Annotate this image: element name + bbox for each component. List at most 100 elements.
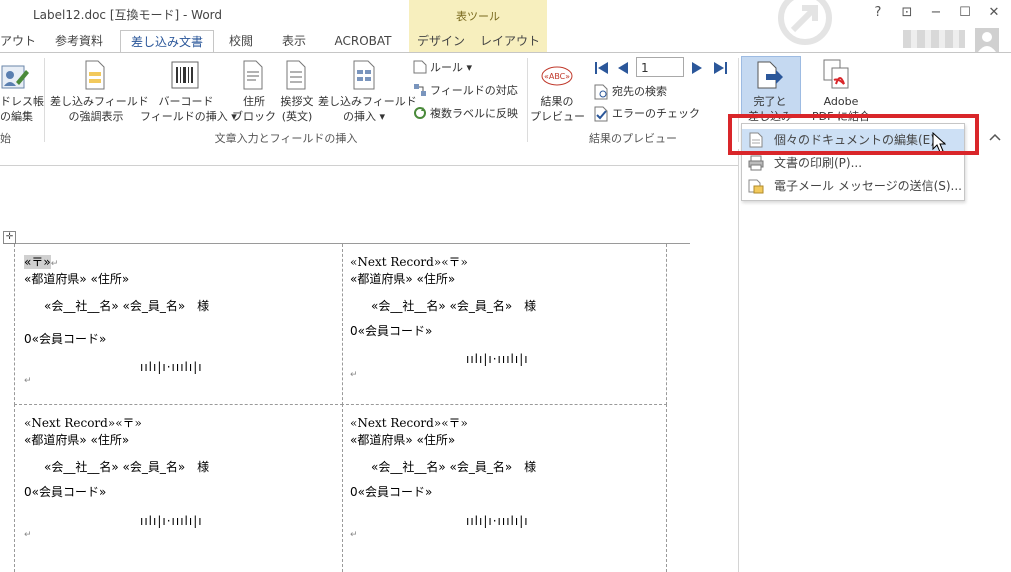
member-code-field: 0«会員コード» xyxy=(24,485,107,499)
label-cell[interactable] xyxy=(14,244,343,405)
preview-line1: 結果の xyxy=(540,95,574,108)
adobe-pdf-merge-icon xyxy=(823,59,849,89)
paragraph-mark: ↵ xyxy=(350,370,358,380)
tab-table-design[interactable]: デザイン xyxy=(409,30,473,52)
highlight-fields-icon xyxy=(85,60,105,90)
previous-record-icon[interactable] xyxy=(616,61,630,75)
match-fields-icon xyxy=(414,84,426,96)
finish-merge-icon xyxy=(757,61,783,89)
record-number-input[interactable]: 1 xyxy=(636,57,684,77)
svg-text:«ABC»: «ABC» xyxy=(544,72,570,81)
barcode-line1: バーコード xyxy=(158,95,214,108)
page-top-edge xyxy=(0,165,738,166)
address-field: «都道府県» «住所» xyxy=(350,433,456,447)
insert-barcode-field-button[interactable]: バーコード フィールドの挿入 ▾ xyxy=(140,94,237,124)
group-label-write-insert: 文章入力とフィールドの挿入 xyxy=(214,132,358,145)
address-field: «都道府県» «住所» xyxy=(24,272,130,286)
greeting-line2: (英文) xyxy=(281,110,313,123)
separator xyxy=(44,58,45,142)
barcode-field: ıılı|ı·ııılı|ı xyxy=(140,514,203,528)
greeting-line-icon xyxy=(286,60,306,90)
insert-field-line1: 差し込みフィールド xyxy=(318,95,417,108)
highlight-merge-fields-button[interactable]: 差し込みフィールド の強調表示 xyxy=(50,94,149,124)
check-errors-icon xyxy=(594,106,608,122)
collapse-ribbon-icon[interactable] xyxy=(989,132,1001,142)
paragraph-mark: ↵ xyxy=(24,530,32,540)
edit-recipient-list-button[interactable]: ドレス帳 の編集 xyxy=(0,94,44,124)
tab-view[interactable]: 表示 xyxy=(272,30,316,52)
greeting-line-button[interactable]: 挨拶文 (英文) xyxy=(276,94,318,124)
update-labels-button[interactable]: 複数ラベルに反映 xyxy=(430,106,518,122)
table-tools-label: 表ツール xyxy=(456,10,500,23)
barcode-field: ıılı|ı·ııılı|ı xyxy=(140,360,203,374)
zip-field: «〒»↵ xyxy=(24,255,59,269)
preview-results-button[interactable]: 結果の プレビュー xyxy=(530,94,585,124)
tab-review[interactable]: 校閲 xyxy=(222,30,260,52)
finish-line1: 完了と xyxy=(753,95,787,108)
window-title: Label12.doc [互換モード] - Word xyxy=(33,8,222,22)
insert-field-line2: の挿入 ▾ xyxy=(342,110,386,123)
member-code-field: 0«会員コード» xyxy=(350,324,433,338)
paragraph-mark: ↵ xyxy=(350,530,358,540)
next-record-icon[interactable] xyxy=(690,61,704,75)
find-recipient-icon xyxy=(594,84,608,100)
preview-line2: プレビュー xyxy=(530,110,585,123)
insert-merge-field-button[interactable]: 差し込みフィールド の挿入 ▾ xyxy=(318,94,417,124)
greeting-line1: 挨拶文 xyxy=(280,95,314,108)
menu-item-print-documents[interactable]: 文書の印刷(P)... xyxy=(774,155,862,171)
account-name[interactable] xyxy=(903,30,965,48)
barcode-field: ıılı|ı·ııılı|ı xyxy=(466,514,529,528)
names-field: «会__社__名» «会_員_名» 様 xyxy=(44,299,210,313)
address-block-line1: 住所 xyxy=(243,95,265,108)
first-record-icon[interactable] xyxy=(594,61,610,75)
find-recipient-button[interactable]: 宛先の検索 xyxy=(612,84,667,100)
update-labels-icon xyxy=(414,107,426,119)
paragraph-mark: ↵ xyxy=(24,376,32,386)
background-decoration-icon xyxy=(778,0,832,45)
minimize-button[interactable]: − xyxy=(926,4,946,22)
barcode-icon xyxy=(171,61,199,89)
tab-mailings[interactable]: 差し込み文書 xyxy=(120,30,214,54)
next-record-zip-field: «Next Record»«〒» xyxy=(350,255,468,269)
tab-layout[interactable]: アウト xyxy=(0,30,36,52)
highlight-annotation-box xyxy=(728,114,979,155)
insert-merge-field-icon xyxy=(353,60,375,90)
address-book-line2: の編集 xyxy=(0,110,33,123)
member-code-field: 0«会員コード» xyxy=(24,332,107,346)
avatar[interactable] xyxy=(975,28,999,52)
tab-references[interactable]: 参考資料 xyxy=(48,30,110,52)
next-record-zip-field: «Next Record»«〒» xyxy=(24,416,142,430)
address-block-icon xyxy=(243,60,263,90)
rules-button[interactable]: ルール ▾ xyxy=(430,60,472,76)
address-book-icon xyxy=(1,65,29,89)
help-button[interactable]: ? xyxy=(868,4,888,22)
menu-item-send-email[interactable]: 電子メール メッセージの送信(S)... xyxy=(774,178,962,194)
names-field: «会__社__名» «会_員_名» 様 xyxy=(371,299,537,313)
address-book-line1: ドレス帳 xyxy=(0,95,44,108)
tab-table-layout[interactable]: レイアウト xyxy=(473,30,547,52)
address-field: «都道府県» «住所» xyxy=(24,433,130,447)
highlight-fields-line2: の強調表示 xyxy=(68,110,124,123)
last-record-icon[interactable] xyxy=(712,61,728,75)
maximize-button[interactable]: ☐ xyxy=(955,4,975,22)
preview-results-icon: «ABC» xyxy=(541,66,573,86)
tab-acrobat[interactable]: ACROBAT xyxy=(326,30,400,52)
highlight-fields-line1: 差し込みフィールド xyxy=(50,95,149,108)
names-field: «会__社__名» «会_員_名» 様 xyxy=(44,460,210,474)
address-field: «都道府県» «住所» xyxy=(350,272,456,286)
next-record-zip-field: «Next Record»«〒» xyxy=(350,416,468,430)
check-errors-button[interactable]: エラーのチェック xyxy=(612,106,700,122)
print-documents-icon xyxy=(748,155,764,171)
ribbon-display-options-button[interactable]: ⊡ xyxy=(897,4,917,22)
address-block-button[interactable]: 住所 ブロック xyxy=(232,94,276,124)
match-fields-button[interactable]: フィールドの対応 xyxy=(430,83,518,99)
address-block-line2: ブロック xyxy=(232,110,276,123)
names-field: «会__社__名» «会_員_名» 様 xyxy=(371,460,537,474)
close-button[interactable]: ✕ xyxy=(984,4,1004,22)
member-code-field: 0«会員コード» xyxy=(350,485,433,499)
table-move-handle-icon[interactable]: ✛ xyxy=(3,231,16,244)
barcode-line2: フィールドの挿入 ▾ xyxy=(140,110,237,123)
group-label-preview: 結果のプレビュー xyxy=(589,132,677,145)
group-label-start-partial: 始 xyxy=(0,132,11,145)
adobe-line1: Adobe xyxy=(823,95,859,108)
